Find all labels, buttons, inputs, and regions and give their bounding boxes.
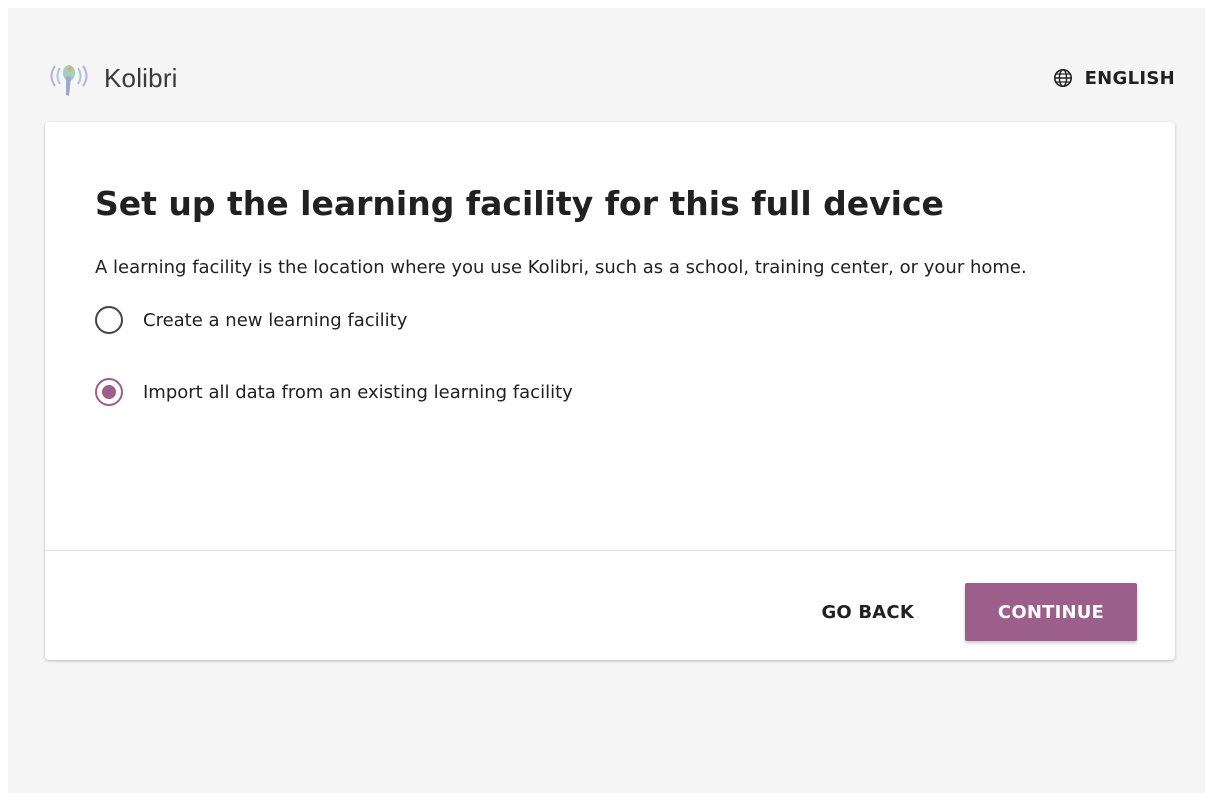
radio-option-import-facility[interactable]: Import all data from an existing learnin…: [95, 375, 1125, 409]
language-label: ENGLISH: [1084, 67, 1175, 89]
radio-label: Create a new learning facility: [143, 309, 408, 331]
go-back-button[interactable]: GO BACK: [797, 583, 938, 641]
page-description: A learning facility is the location wher…: [95, 257, 1027, 278]
globe-icon: [1053, 69, 1072, 87]
continue-button[interactable]: CONTINUE: [965, 583, 1137, 641]
facility-options: Create a new learning facility Import al…: [95, 303, 1125, 409]
language-switcher-button[interactable]: ENGLISH: [1053, 68, 1175, 89]
footer-divider: [45, 550, 1175, 551]
setup-card: Set up the learning facility for this fu…: [45, 122, 1175, 660]
app-background: Kolibri ENGLISH Set up the learning faci…: [8, 8, 1205, 793]
radio-option-create-facility[interactable]: Create a new learning facility: [95, 303, 1125, 337]
top-bar: Kolibri ENGLISH: [46, 56, 1175, 100]
radio-selected-dot: [102, 385, 116, 399]
app-logo: Kolibri: [46, 56, 178, 100]
card-body: Set up the learning facility for this fu…: [95, 182, 1125, 409]
card-footer: GO BACK CONTINUE: [797, 583, 1137, 641]
radio-button-checked[interactable]: [95, 378, 123, 406]
kolibri-logo-icon: [50, 65, 88, 96]
page-title: Set up the learning facility for this fu…: [95, 184, 944, 223]
app-name: Kolibri: [104, 62, 178, 93]
radio-label: Import all data from an existing learnin…: [143, 381, 573, 403]
radio-button-unchecked[interactable]: [95, 306, 123, 334]
